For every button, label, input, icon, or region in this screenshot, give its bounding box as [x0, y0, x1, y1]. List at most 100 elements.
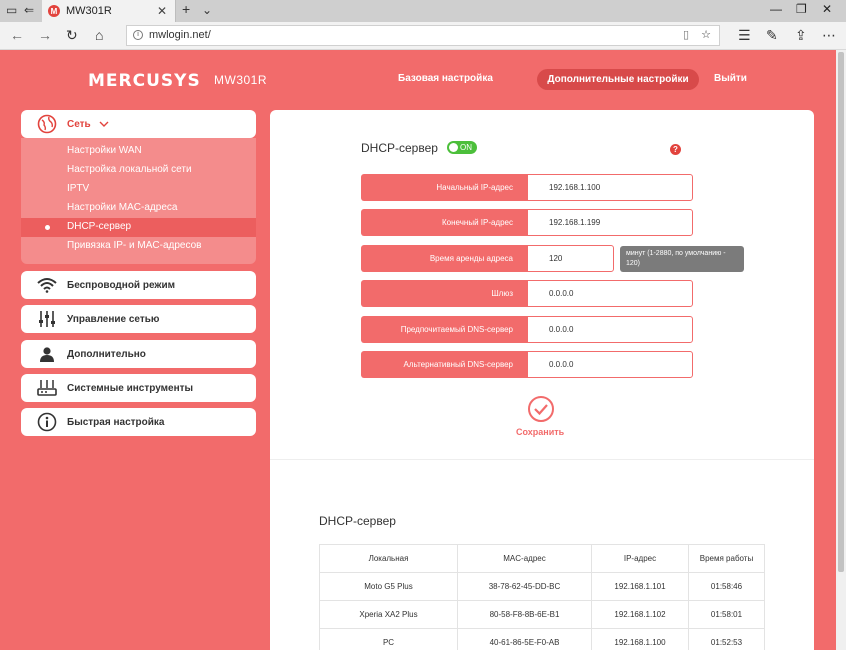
favorites-hub-icon[interactable]: ☰ [738, 27, 751, 44]
client-uptime: 01:52:53 [688, 628, 765, 650]
minimize-icon[interactable]: — [770, 2, 782, 16]
field-label: Шлюз [361, 280, 527, 307]
sidebar-item-mac[interactable]: Настройки MAC-адреса [67, 202, 177, 213]
router-icon [37, 378, 57, 398]
sidebar-item-dhcp[interactable]: DHCP-сервер [67, 221, 131, 232]
network-submenu: Настройки WAN Настройка локальной сети I… [21, 138, 256, 264]
lease-time-hint: минут (1-2880, по умолчанию - 120) [620, 246, 744, 272]
new-tab-icon[interactable]: + [182, 1, 190, 17]
scrollbar-thumb[interactable] [838, 52, 844, 572]
sidebar-menu-label: Системные инструменты [67, 382, 194, 394]
user-icon [37, 344, 57, 364]
site-info-icon[interactable]: i [133, 30, 143, 40]
back-tabs-icon[interactable]: ⇐ [24, 3, 34, 17]
column-header: IP-адрес [591, 544, 689, 573]
info-icon [37, 412, 57, 432]
mercusys-favicon-icon: M [48, 5, 60, 17]
refresh-icon[interactable]: ↻ [66, 27, 78, 44]
field-primary-dns: Предпочитаемый DNS-сервер 0.0.0.0 [361, 316, 693, 343]
dhcp-toggle[interactable]: ON [447, 141, 477, 154]
model-name: MW301R [214, 73, 268, 87]
client-name: PC [319, 628, 458, 650]
column-header: Время работы [688, 544, 765, 573]
sidebar-menu-network[interactable]: Сеть [21, 110, 256, 138]
sidebar-menu-label: Управление сетью [67, 313, 160, 325]
field-label: Время аренды адреса [361, 245, 527, 272]
dhcp-settings-title: DHCP-сервер [361, 141, 438, 155]
field-secondary-dns: Альтернативный DNS-сервер 0.0.0.0 [361, 351, 693, 378]
close-window-icon[interactable]: ✕ [822, 2, 832, 16]
section-divider [270, 459, 814, 460]
table-row: PC 40-61-86-5E-F0-AB 192.168.1.100 01:52… [319, 628, 765, 650]
save-button[interactable]: Сохранить [516, 427, 564, 437]
sidebar-network-label: Сеть [67, 118, 91, 130]
end-ip-input[interactable]: 192.168.1.199 [527, 209, 693, 236]
lease-time-input[interactable]: 120 [527, 245, 614, 272]
browser-tab-bar: ▭ ⇐ M MW301R ✕ + ⌄ — ❐ ✕ [0, 0, 846, 22]
sidebar-item-ip-mac-binding[interactable]: Привязка IP- и MAC-адресов [67, 240, 201, 251]
nav-logout[interactable]: Выйти [714, 73, 747, 84]
submenu-active-highlight [21, 218, 256, 237]
reading-view-icon[interactable]: ▯ [683, 26, 689, 45]
close-tab-icon[interactable]: ✕ [157, 4, 167, 18]
sidebar-menu-quick-setup[interactable]: Быстрая настройка [21, 408, 256, 436]
field-label: Начальный IP-адрес [361, 174, 527, 201]
save-check-icon[interactable] [528, 396, 554, 422]
client-ip: 192.168.1.102 [591, 600, 689, 629]
sidebar-menu-wireless[interactable]: Беспроводной режим [21, 271, 256, 299]
field-label: Конечный IP-адрес [361, 209, 527, 236]
router-page: MERCUSYS MW301R Базовая настройка Дополн… [0, 50, 836, 650]
browser-nav-bar: ← → ↻ ⌂ i mwlogin.net/ ▯ ☆ ☰ ✎ ⇪ ⋯ [0, 22, 846, 50]
client-ip: 192.168.1.101 [591, 572, 689, 601]
table-header-row: Локальная MAC-адрес IP-адрес Время работ… [319, 544, 765, 573]
notes-pen-icon[interactable]: ✎ [766, 27, 778, 44]
browser-tab[interactable]: M MW301R ✕ [42, 0, 176, 22]
more-icon[interactable]: ⋯ [822, 27, 836, 44]
active-dot-icon [45, 225, 50, 230]
tab-list-chevron-icon[interactable]: ⌄ [202, 3, 212, 17]
gateway-input[interactable]: 0.0.0.0 [527, 280, 693, 307]
forward-arrow-icon[interactable]: → [38, 27, 52, 43]
column-header: MAC-адрес [457, 544, 592, 573]
field-lease-time: Время аренды адреса 120 [361, 245, 614, 272]
sidebar-item-wan[interactable]: Настройки WAN [67, 145, 142, 156]
sidebar-menu-advanced[interactable]: Дополнительно [21, 340, 256, 368]
sidebar-menu-system-tools[interactable]: Системные инструменты [21, 374, 256, 402]
nav-advanced-settings[interactable]: Дополнительные настройки [537, 69, 699, 90]
client-uptime: 01:58:01 [688, 600, 765, 629]
sidebar-item-lan[interactable]: Настройка локальной сети [67, 164, 192, 175]
address-bar[interactable]: i mwlogin.net/ ▯ ☆ [126, 25, 720, 46]
sliders-icon [37, 309, 57, 329]
brand-logo: MERCUSYS [88, 71, 201, 91]
field-end-ip: Конечный IP-адрес 192.168.1.199 [361, 209, 693, 236]
help-icon[interactable]: ? [670, 144, 681, 155]
table-row: Xperia XA2 Plus 80-58-F8-8B-6E-B1 192.16… [319, 600, 765, 629]
column-header: Локальная [319, 544, 458, 573]
table-row: Moto G5 Plus 38-78-62-45-DD-BC 192.168.1… [319, 572, 765, 601]
tab-title: MW301R [66, 5, 112, 17]
sidebar-menu-label: Быстрая настройка [67, 416, 165, 428]
field-gateway: Шлюз 0.0.0.0 [361, 280, 693, 307]
sidebar-menu-label: Дополнительно [67, 348, 146, 360]
dhcp-clients-table: Локальная MAC-адрес IP-адрес Время работ… [319, 544, 765, 650]
nav-basic-settings[interactable]: Базовая настройка [398, 73, 493, 84]
chevron-down-icon [99, 119, 109, 130]
home-icon[interactable]: ⌂ [95, 27, 103, 43]
client-mac: 38-78-62-45-DD-BC [457, 572, 592, 601]
favorite-star-icon[interactable]: ☆ [701, 26, 711, 45]
client-mac: 40-61-86-5E-F0-AB [457, 628, 592, 650]
back-arrow-icon[interactable]: ← [10, 27, 24, 43]
maximize-icon[interactable]: ❐ [796, 2, 807, 16]
client-uptime: 01:58:46 [688, 572, 765, 601]
share-icon[interactable]: ⇪ [795, 27, 807, 44]
page-scrollbar[interactable] [836, 50, 846, 650]
client-name: Xperia XA2 Plus [319, 600, 458, 629]
client-mac: 80-58-F8-8B-6E-B1 [457, 600, 592, 629]
clients-title: DHCP-сервер [319, 514, 396, 528]
secondary-dns-input[interactable]: 0.0.0.0 [527, 351, 693, 378]
primary-dns-input[interactable]: 0.0.0.0 [527, 316, 693, 343]
sidebar-menu-network-control[interactable]: Управление сетью [21, 305, 256, 333]
start-ip-input[interactable]: 192.168.1.100 [527, 174, 693, 201]
sidebar-item-iptv[interactable]: IPTV [67, 183, 89, 194]
tab-actions-icon[interactable]: ▭ [6, 3, 17, 17]
